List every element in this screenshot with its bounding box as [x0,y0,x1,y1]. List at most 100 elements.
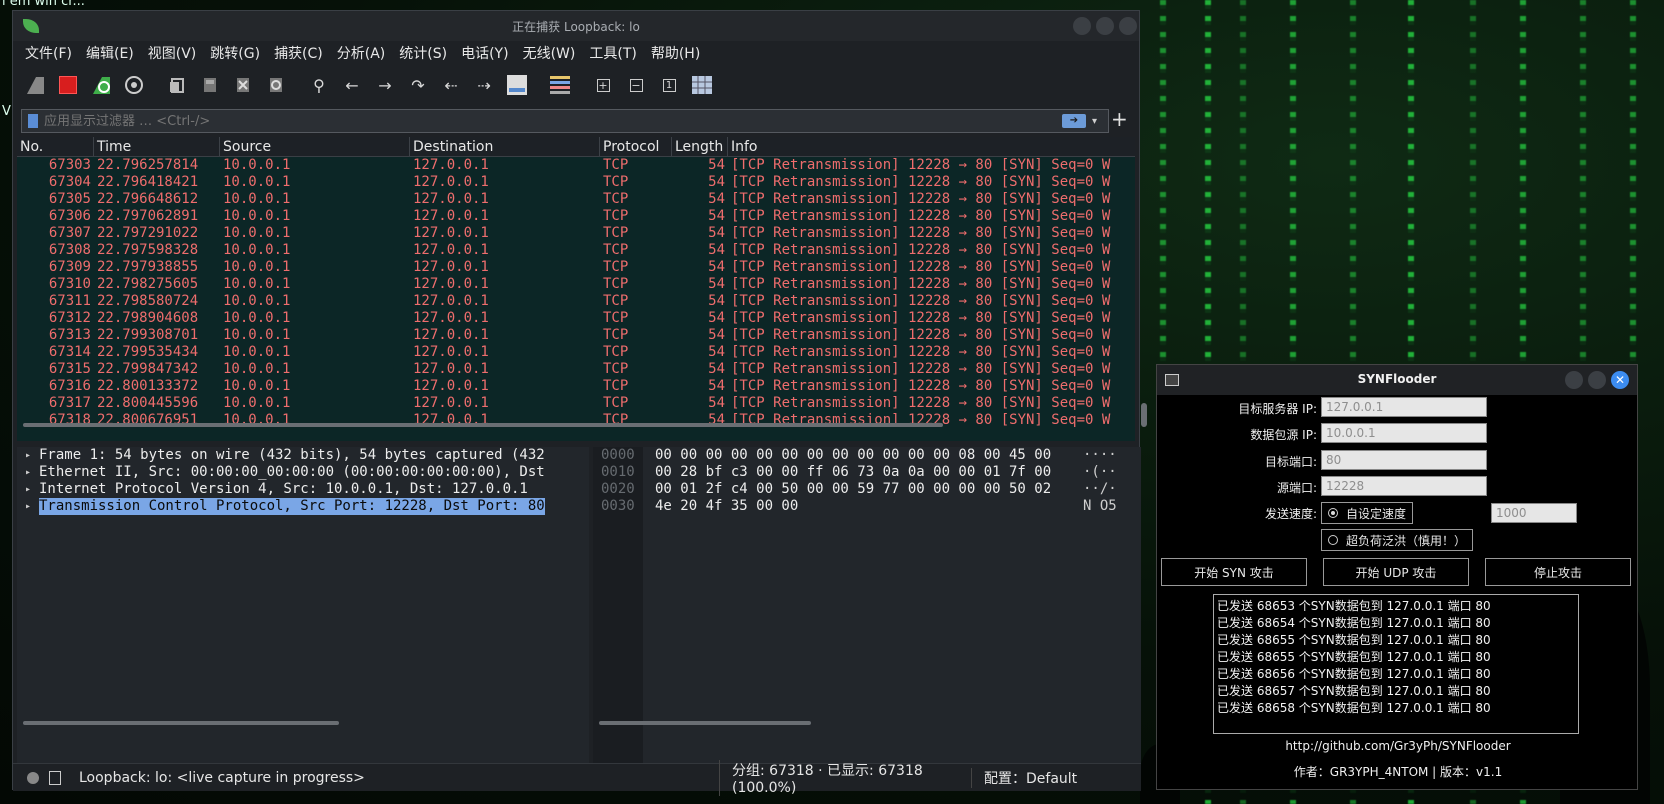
expert-info-led-icon[interactable] [27,771,39,784]
capture-options-gear-icon[interactable] [122,73,146,97]
column-source[interactable]: Source [220,137,410,156]
display-filter-input[interactable] [44,111,1062,131]
first-packet-icon[interactable]: ⇠ [439,73,463,97]
expand-arrow-icon[interactable]: ▸ [17,464,39,481]
go-forward-arrow-icon[interactable]: → [373,73,397,97]
menu-capture[interactable]: 捕获(C) [274,43,323,63]
packet-row[interactable]: 67317 22.800445596 10.0.0.1 127.0.0.1 TCP 54 [… [17,395,1135,412]
menu-go[interactable]: 跳转(G) [210,43,260,63]
detail-ethernet[interactable]: ▸ Ethernet II, Src: 00:00:00_00:00:00 (00… [17,464,589,481]
packet-row[interactable]: 67306 22.797062891 10.0.0.1 127.0.0.1 TCP 54 [… [17,208,1135,225]
packet-row[interactable]: 67313 22.799308701 10.0.0.1 127.0.0.1 TCP 54 [… [17,327,1135,344]
column-info[interactable]: Info [728,137,1128,156]
minimize-button[interactable] [1073,17,1091,35]
send-log[interactable]: 已发送 68653 个SYN数据包到 127.0.0.1 端口 80 已发送 6… [1213,594,1579,734]
expand-arrow-icon[interactable]: ▸ [17,447,39,464]
packet-row[interactable]: 67307 22.797291022 10.0.0.1 127.0.0.1 TCP 54 [… [17,225,1135,242]
menu-wireless[interactable]: 无线(W) [523,43,576,63]
source-port-input[interactable] [1321,476,1487,496]
go-to-packet-icon[interactable]: ↷ [406,73,430,97]
colorize-icon[interactable] [548,73,572,97]
menu-telephony[interactable]: 电话(Y) [461,43,508,63]
packet-row[interactable]: 67314 22.799535434 10.0.0.1 127.0.0.1 TCP 54 [… [17,344,1135,361]
expand-arrow-icon[interactable]: ▸ [17,498,39,515]
packet-row[interactable]: 67312 22.798904608 10.0.0.1 127.0.0.1 TCP 54 [… [17,310,1135,327]
save-file-icon[interactable] [198,73,222,97]
hex-row[interactable]: 0030 4e 20 4f 35 00 00 N O5 [593,498,1141,515]
zoom-in-icon[interactable]: + [591,73,615,97]
close-button[interactable] [1119,17,1137,35]
menu-edit[interactable]: 编辑(E) [86,43,134,63]
capture-comment-icon[interactable] [49,770,61,785]
detail-frame[interactable]: ▸ Frame 1: 54 bytes on wire (432 bits), 5… [17,447,589,464]
menu-file[interactable]: 文件(F) [25,43,72,63]
maximize-button[interactable] [1096,17,1114,35]
column-time[interactable]: Time [94,137,220,156]
hex-row[interactable]: 0000 00 00 00 00 00 00 00 00 00 00 00 00 … [593,447,1141,464]
packet-row[interactable]: 67310 22.798275605 10.0.0.1 127.0.0.1 TCP 54 [… [17,276,1135,293]
column-destination[interactable]: Destination [410,137,600,156]
resize-columns-icon[interactable] [690,73,714,97]
normal-size-icon[interactable]: 1 [657,73,681,97]
menu-statistics[interactable]: 统计(S) [399,43,447,63]
detail-ipv4[interactable]: ▸ Internet Protocol Version 4, Src: 10.0.… [17,481,589,498]
menu-view[interactable]: 视图(V) [148,43,197,63]
packet-row[interactable]: 67304 22.796418421 10.0.0.1 127.0.0.1 TCP 54 [… [17,174,1135,191]
column-protocol[interactable]: Protocol [600,137,672,156]
menu-tools[interactable]: 工具(T) [589,43,636,63]
column-no[interactable]: No. [17,137,94,156]
speed-value-input[interactable] [1491,503,1577,523]
open-file-icon[interactable] [165,73,189,97]
source-ip-input[interactable] [1321,423,1487,443]
close-icon[interactable]: ✕ [1611,371,1629,389]
apply-filter-arrow-icon[interactable]: ➔ [1062,114,1086,128]
status-profile[interactable]: 配置：Default [971,767,1077,788]
packet-row[interactable]: 67303 22.796257814 10.0.0.1 127.0.0.1 TCP 54 [… [17,157,1135,174]
wireshark-titlebar[interactable]: 正在捕获 Loopback: lo [13,11,1139,41]
target-port-input[interactable] [1321,450,1487,470]
flood-speed-radio[interactable]: 超负荷泛洪（慎用！） [1321,529,1474,551]
menu-help[interactable]: 帮助(H) [651,43,700,63]
stop-attack-button[interactable]: 停止攻击 [1485,558,1631,586]
packet-row[interactable]: 67316 22.800133372 10.0.0.1 127.0.0.1 TCP 54 [… [17,378,1135,395]
hex-row[interactable]: 0010 00 28 bf c3 00 00 ff 06 73 0a 0a 00 … [593,464,1141,481]
github-link[interactable]: http://github.com/Gr3yPh/SYNFlooder [1157,739,1639,753]
expand-arrow-icon[interactable]: ▸ [17,481,39,498]
packet-cell-len: 54 [708,276,725,292]
packet-cell-dst: 127.0.0.1 [413,174,489,190]
target-ip-input[interactable] [1321,397,1487,417]
details-hscrollbar[interactable] [23,721,339,725]
minimize-button[interactable] [1565,371,1583,389]
packet-row[interactable]: 67305 22.796648612 10.0.0.1 127.0.0.1 TCP 54 [… [17,191,1135,208]
packet-row[interactable]: 67311 22.798580724 10.0.0.1 127.0.0.1 TCP 54 [… [17,293,1135,310]
restart-capture-icon[interactable] [89,73,113,97]
add-filter-plus-icon[interactable]: + [1111,107,1128,131]
find-packet-search-icon[interactable]: ⚲ [307,73,331,97]
start-syn-button[interactable]: 开始 SYN 攻击 [1161,558,1307,586]
packet-row[interactable]: 67309 22.797938855 10.0.0.1 127.0.0.1 TCP 54 [… [17,259,1135,276]
custom-speed-radio[interactable]: 自设定速度 [1321,502,1414,524]
start-udp-button[interactable]: 开始 UDP 攻击 [1323,558,1469,586]
menu-analyze[interactable]: 分析(A) [337,43,386,63]
hex-row[interactable]: 0020 00 01 2f c4 00 50 00 00 59 77 00 00 … [593,481,1141,498]
last-packet-icon[interactable]: ⇢ [472,73,496,97]
detail-tcp[interactable]: ▸ Transmission Control Protocol, Src Port… [17,498,589,515]
packet-list-hscrollbar[interactable] [23,423,943,427]
close-file-icon[interactable] [231,73,255,97]
packet-row[interactable]: 67308 22.797598328 10.0.0.1 127.0.0.1 TCP 54 [… [17,242,1135,259]
autoscroll-icon[interactable] [505,73,529,97]
maximize-button[interactable] [1588,371,1606,389]
bookmark-icon[interactable] [28,114,38,128]
chevron-down-icon[interactable]: ▾ [1092,116,1104,127]
column-length[interactable]: Length [672,137,728,156]
start-capture-fin-icon[interactable] [23,73,47,97]
packet-cell-info: [TCP Retransmission] 12228 → 80 [SYN] Se… [731,344,1111,360]
synflooder-titlebar[interactable]: SYNFlooder ✕ [1157,365,1637,395]
reload-file-icon[interactable] [264,73,288,97]
packet-list-vscrollbar[interactable] [1141,403,1147,427]
packet-row[interactable]: 67315 22.799847342 10.0.0.1 127.0.0.1 TCP 54 [… [17,361,1135,378]
bytes-hscrollbar[interactable] [599,721,811,725]
zoom-out-icon[interactable]: − [624,73,648,97]
go-back-arrow-icon[interactable]: ← [340,73,364,97]
stop-capture-icon[interactable] [56,73,80,97]
